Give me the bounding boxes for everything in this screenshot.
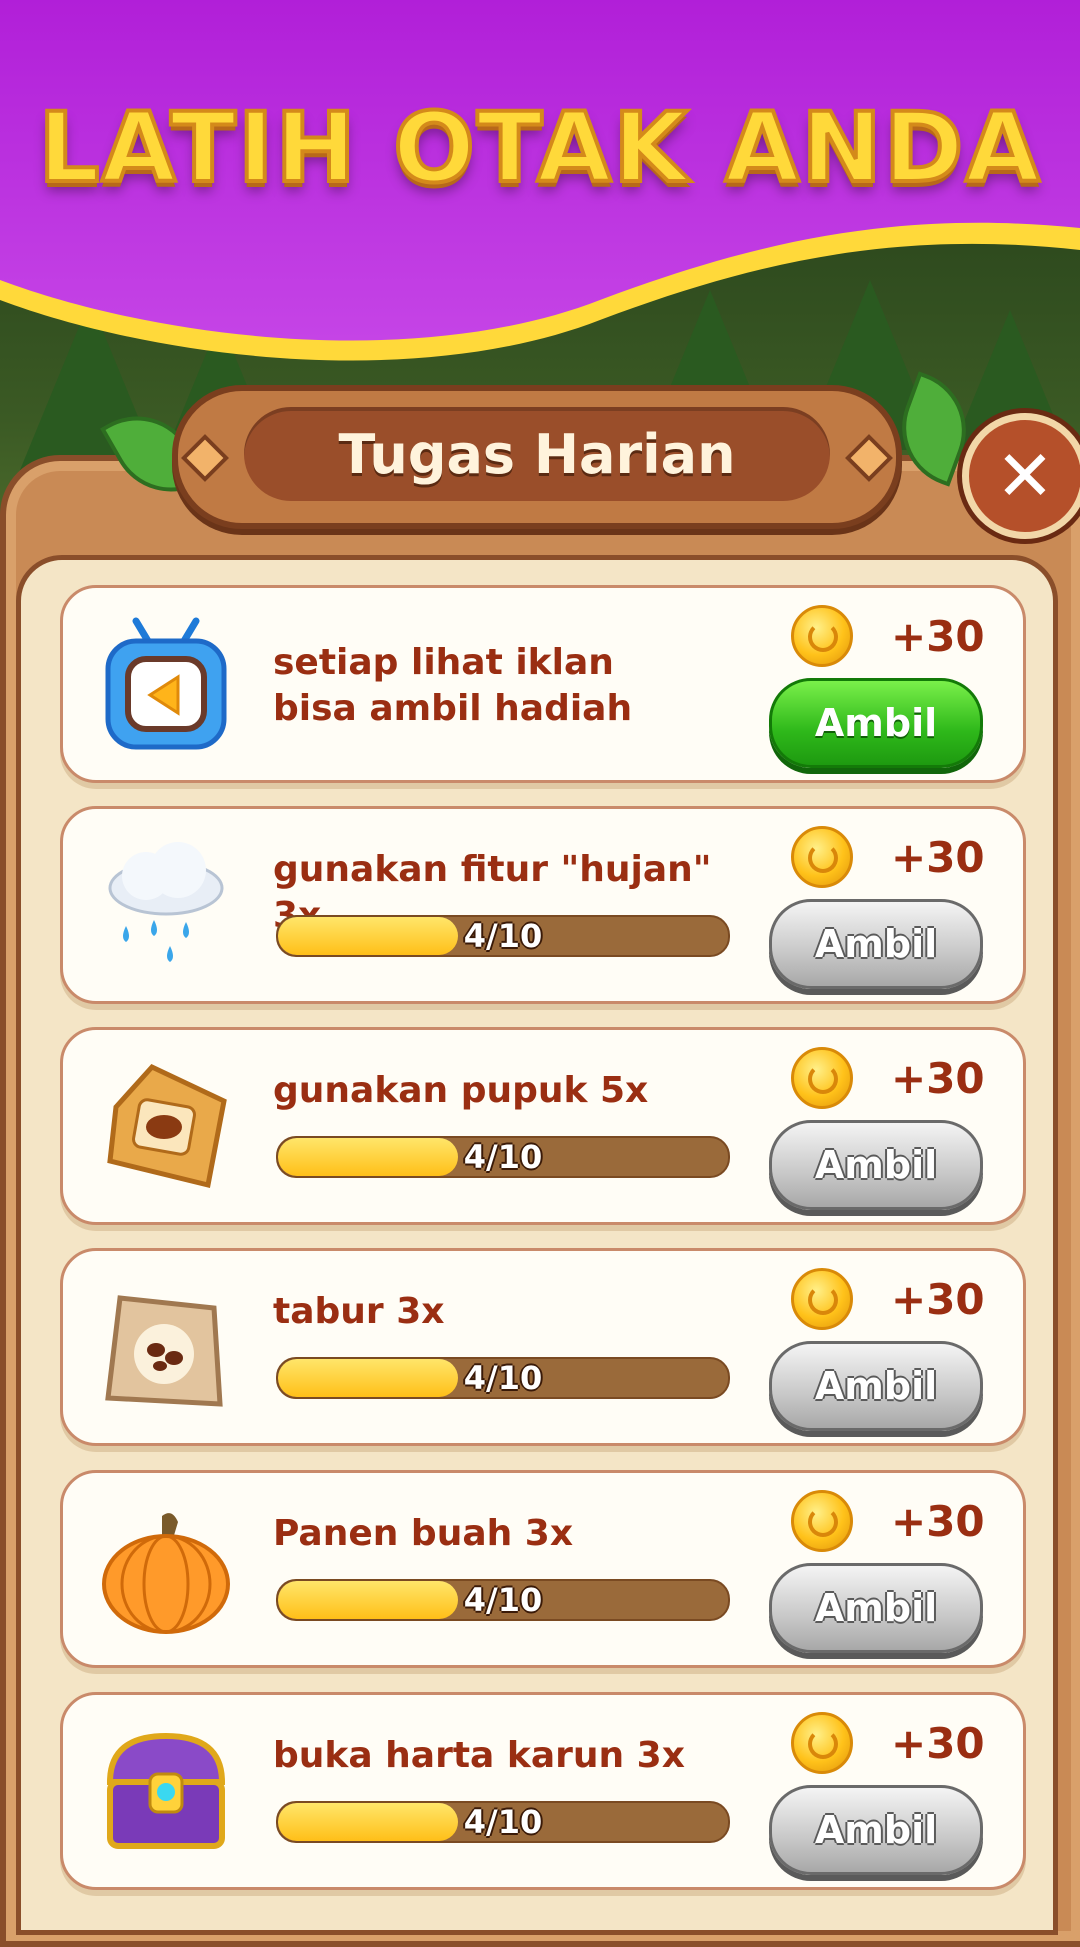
reward-amount: +30 xyxy=(891,1718,985,1768)
claim-button[interactable]: Ambil xyxy=(769,1120,983,1210)
task-reward: +30 xyxy=(791,605,991,667)
plaque-stud xyxy=(844,433,894,483)
coin-icon xyxy=(791,1712,853,1774)
reward-amount: +30 xyxy=(891,1053,985,1103)
coin-icon xyxy=(791,605,853,667)
close-icon: ✕ xyxy=(995,435,1055,517)
task-progress-text: 4/10 xyxy=(463,1803,543,1841)
banner-title: LATIH OTAK ANDA xyxy=(36,90,1042,206)
task-description: gunakan pupuk 5x xyxy=(273,1070,649,1111)
coin-icon xyxy=(791,826,853,888)
task-progress-bar: 4/10 xyxy=(276,915,730,957)
pumpkin-icon xyxy=(91,1495,241,1645)
tv-play-icon xyxy=(91,610,241,760)
task-reward: +30 xyxy=(791,1047,991,1109)
dialog-title: Tugas Harian xyxy=(338,422,736,486)
task-progress-bar: 4/10 xyxy=(276,1357,730,1399)
claim-button[interactable]: Ambil xyxy=(769,1563,983,1653)
plaque-stud xyxy=(180,433,230,483)
claim-button[interactable]: Ambil xyxy=(769,899,983,989)
coin-icon xyxy=(791,1047,853,1109)
task-reward: +30 xyxy=(791,826,991,888)
fertilizer-bag-icon xyxy=(91,1052,241,1202)
task-reward: +30 xyxy=(791,1268,991,1330)
reward-amount: +30 xyxy=(891,1496,985,1546)
task-progress-text: 4/10 xyxy=(463,917,543,955)
task-progress-bar: 4/10 xyxy=(276,1136,730,1178)
seed-packet-icon xyxy=(91,1273,241,1423)
task-progress-text: 4/10 xyxy=(463,1138,543,1176)
title-inner: Tugas Harian xyxy=(244,407,830,501)
task-reward: +30 xyxy=(791,1712,991,1774)
close-button[interactable]: ✕ xyxy=(962,413,1080,539)
task-card: Panen buah 3x 4/10 +30 Ambil xyxy=(60,1470,1026,1668)
task-card: gunakan fitur "hujan" 3x4/10+30Ambil xyxy=(60,806,1026,1004)
task-card: gunakan pupuk 5x 4/10 +30 Ambil xyxy=(60,1027,1026,1225)
task-description: setiap lihat iklan bisa ambil hadiah xyxy=(273,642,633,729)
task-card: setiap lihat iklan bisa ambil hadiah +30 A… xyxy=(60,585,1026,783)
task-progress-bar: 4/10 xyxy=(276,1579,730,1621)
task-description: buka harta karun 3x xyxy=(273,1735,685,1776)
coin-icon xyxy=(791,1268,853,1330)
coin-icon xyxy=(791,1490,853,1552)
header-banner xyxy=(0,0,1080,361)
task-description: tabur 3x xyxy=(273,1291,445,1332)
claim-button[interactable]: Ambil xyxy=(769,1785,983,1875)
task-card: tabur 3x 4/10 +30 Ambil xyxy=(60,1248,1026,1446)
reward-amount: +30 xyxy=(891,611,985,661)
task-reward: +30 xyxy=(791,1490,991,1552)
rain-cloud-icon xyxy=(91,831,241,981)
task-progress-text: 4/10 xyxy=(463,1581,543,1619)
claim-button[interactable]: Ambil xyxy=(769,1341,983,1431)
title-plaque: Tugas Harian xyxy=(172,385,902,529)
reward-amount: +30 xyxy=(891,832,985,882)
task-progress-bar: 4/10 xyxy=(276,1801,730,1843)
task-progress-text: 4/10 xyxy=(463,1359,543,1397)
claim-button[interactable]: Ambil xyxy=(769,678,983,768)
task-description: Panen buah 3x xyxy=(273,1513,574,1554)
reward-amount: +30 xyxy=(891,1274,985,1324)
task-card: buka harta karun 3x 4/10 +30 Ambil xyxy=(60,1692,1026,1890)
treasure-chest-icon xyxy=(91,1717,241,1867)
